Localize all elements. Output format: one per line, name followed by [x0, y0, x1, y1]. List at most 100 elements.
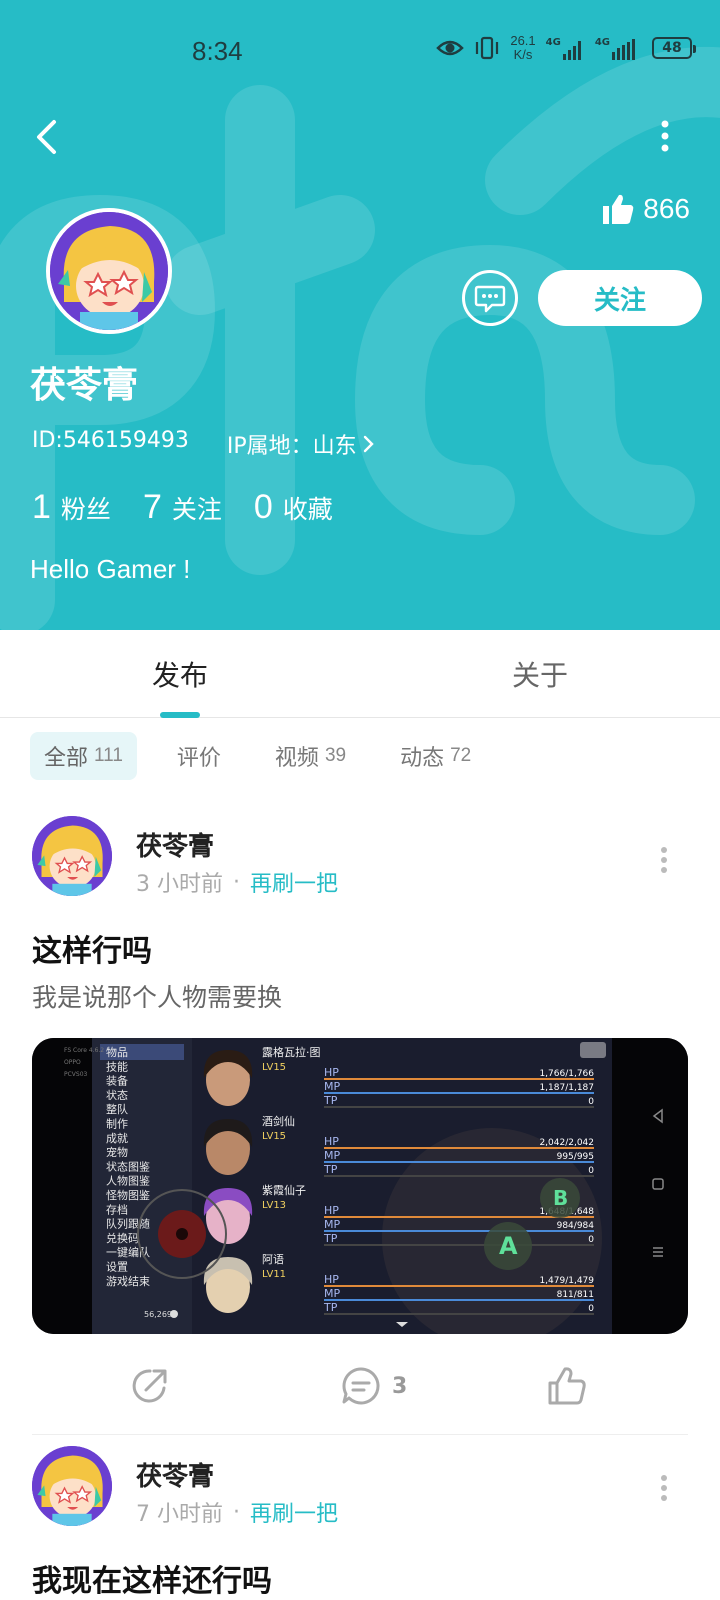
game-menu-item: 装备	[106, 1074, 128, 1088]
profile-id-line: ID:546159493 IP属地：山东	[32, 428, 375, 460]
post-body: 我是说那个人物需要换	[32, 983, 283, 1012]
signal-1-icon: 4G	[546, 37, 585, 60]
post-actions: 3	[0, 1358, 720, 1418]
post-more-button[interactable]	[654, 1468, 674, 1508]
game-menu-item: 队列跟随	[106, 1217, 150, 1231]
stat-value: 0	[588, 1097, 594, 1107]
post-game-link[interactable]: 再刷一把	[250, 1496, 338, 1528]
filter-reviews[interactable]: 评价	[163, 732, 235, 780]
stat-label: MP	[324, 1080, 340, 1093]
stat-label: TP	[323, 1232, 338, 1245]
stat-label: MP	[324, 1287, 340, 1300]
post-time: 3 小时前	[136, 872, 223, 897]
game-screenshot: 物品技能装备状态整队制作成就宠物状态图鉴人物图鉴怪物图鉴存档队列跟随兑换码一键编…	[32, 1038, 688, 1334]
stat-label: HP	[324, 1273, 339, 1286]
character-name: 酒剑仙	[262, 1114, 295, 1128]
game-menu-item: 怪物图鉴	[106, 1188, 150, 1202]
corner-tag: FS Core 4.6.2	[64, 1047, 104, 1054]
comment-button[interactable]: 3	[340, 1358, 407, 1414]
profile-likes: 866	[601, 192, 690, 226]
stat-bar-track	[324, 1106, 594, 1108]
tab-indicator	[160, 712, 200, 718]
post-author[interactable]: 茯苓膏	[136, 1456, 214, 1493]
thumbs-up-icon	[548, 1367, 586, 1405]
profile-bio: Hello Gamer !	[30, 554, 191, 584]
game-menu-item: 整队	[106, 1102, 128, 1116]
following-stat[interactable]: 7 关注	[143, 488, 222, 527]
stat-value: 0	[588, 1235, 594, 1245]
back-button[interactable]	[26, 112, 66, 162]
button-a-label: A	[499, 1232, 518, 1260]
share-button[interactable]	[130, 1358, 170, 1414]
comment-icon	[342, 1367, 380, 1405]
stat-value: 811/811	[557, 1290, 594, 1300]
post-game-link[interactable]: 再刷一把	[250, 866, 338, 898]
character-level: LV15	[262, 1131, 286, 1142]
message-button[interactable]	[462, 270, 518, 326]
avatar[interactable]	[32, 1446, 112, 1526]
likes-count: 866	[643, 193, 690, 224]
stat-value: 984/984	[557, 1221, 595, 1231]
ip-location-link[interactable]: IP属地：山东	[227, 428, 375, 460]
post-time: 7 小时前	[136, 1502, 223, 1527]
stat-value: 2,042/2,042	[539, 1138, 594, 1148]
post-meta: 7 小时前 · 再刷一把	[136, 1496, 338, 1528]
avatar[interactable]	[32, 816, 112, 896]
stat-bar-track	[324, 1175, 594, 1177]
stat-label: MP	[324, 1218, 340, 1231]
comment-count: 3	[392, 1373, 408, 1399]
battery-icon: 48	[652, 37, 696, 59]
game-menu-item: 存档	[106, 1202, 128, 1216]
filter-moments[interactable]: 动态 72	[386, 732, 485, 780]
profile-stats: 1 粉丝 7 关注 0 收藏	[32, 488, 333, 527]
button-b-label: B	[553, 1186, 568, 1210]
game-menu-item: 状态	[106, 1088, 128, 1102]
vibrate-icon	[476, 36, 499, 60]
profile-avatar[interactable]	[46, 208, 172, 334]
tab-publish[interactable]: 发布	[152, 654, 208, 694]
ip-location: IP属地：山东	[226, 434, 357, 459]
stat-value: 0	[588, 1304, 594, 1314]
filter-all[interactable]: 全部 111	[30, 732, 137, 780]
stat-bar-track	[324, 1313, 594, 1315]
chat-bubble-icon	[474, 285, 506, 313]
stat-value: 1,479/1,479	[539, 1276, 594, 1286]
stat-label: HP	[324, 1135, 339, 1148]
stat-label: TP	[323, 1094, 338, 1107]
avatar-illustration	[32, 1446, 112, 1526]
game-menu-item: 成就	[106, 1131, 128, 1145]
eye-icon	[436, 40, 465, 56]
signal-2-icon: 4G	[595, 37, 642, 60]
post-image[interactable]: 物品 技能 装备 状态 整队 制作 成就 宠物 状态图鉴 人物图鉴 怪物图鉴 存档 队列跟随 兑换码 一键编…	[32, 1038, 688, 1334]
profile-header: 8:34 26.1 K/s 4G 4G 48 866 关注 茯苓膏 ID:546…	[0, 0, 720, 630]
stat-bar-fill	[324, 1161, 594, 1163]
menu-toggle-icon	[580, 1042, 606, 1058]
avatar-illustration	[32, 816, 112, 896]
profile-tabs: 发布 关于	[0, 630, 720, 718]
network-speed: 26.1 K/s	[510, 33, 536, 62]
avatar-illustration	[50, 212, 168, 330]
meta-separator: ·	[233, 1499, 240, 1525]
tab-about[interactable]: 关于	[512, 654, 568, 694]
post-divider	[32, 1434, 688, 1435]
button-b: B	[540, 1178, 580, 1218]
filter-videos[interactable]: 视频 39	[261, 732, 360, 780]
follow-button[interactable]: 关注	[538, 270, 702, 326]
stat-bar-fill	[324, 1299, 594, 1301]
like-button[interactable]	[546, 1358, 588, 1414]
post-more-button[interactable]	[654, 840, 674, 880]
favorites-stat[interactable]: 0 收藏	[254, 488, 333, 527]
character-name: 露格瓦拉·图	[262, 1045, 321, 1059]
status-icons: 26.1 K/s 4G 4G 48	[436, 33, 696, 62]
gold-amount: 56,269	[144, 1310, 172, 1319]
more-options-button[interactable]	[650, 116, 680, 156]
stat-label: HP	[324, 1204, 339, 1217]
corner-tag: PCVS03	[64, 1071, 88, 1078]
character-name: 紫霞仙子	[262, 1184, 306, 1197]
post-author[interactable]: 茯苓膏	[136, 826, 214, 863]
fans-stat[interactable]: 1 粉丝	[32, 488, 111, 527]
stat-bar-track	[324, 1244, 594, 1246]
gold-display: 56,269	[144, 1310, 178, 1319]
game-menu-item: 兑换码	[106, 1231, 139, 1245]
character-level: LV13	[262, 1200, 286, 1211]
